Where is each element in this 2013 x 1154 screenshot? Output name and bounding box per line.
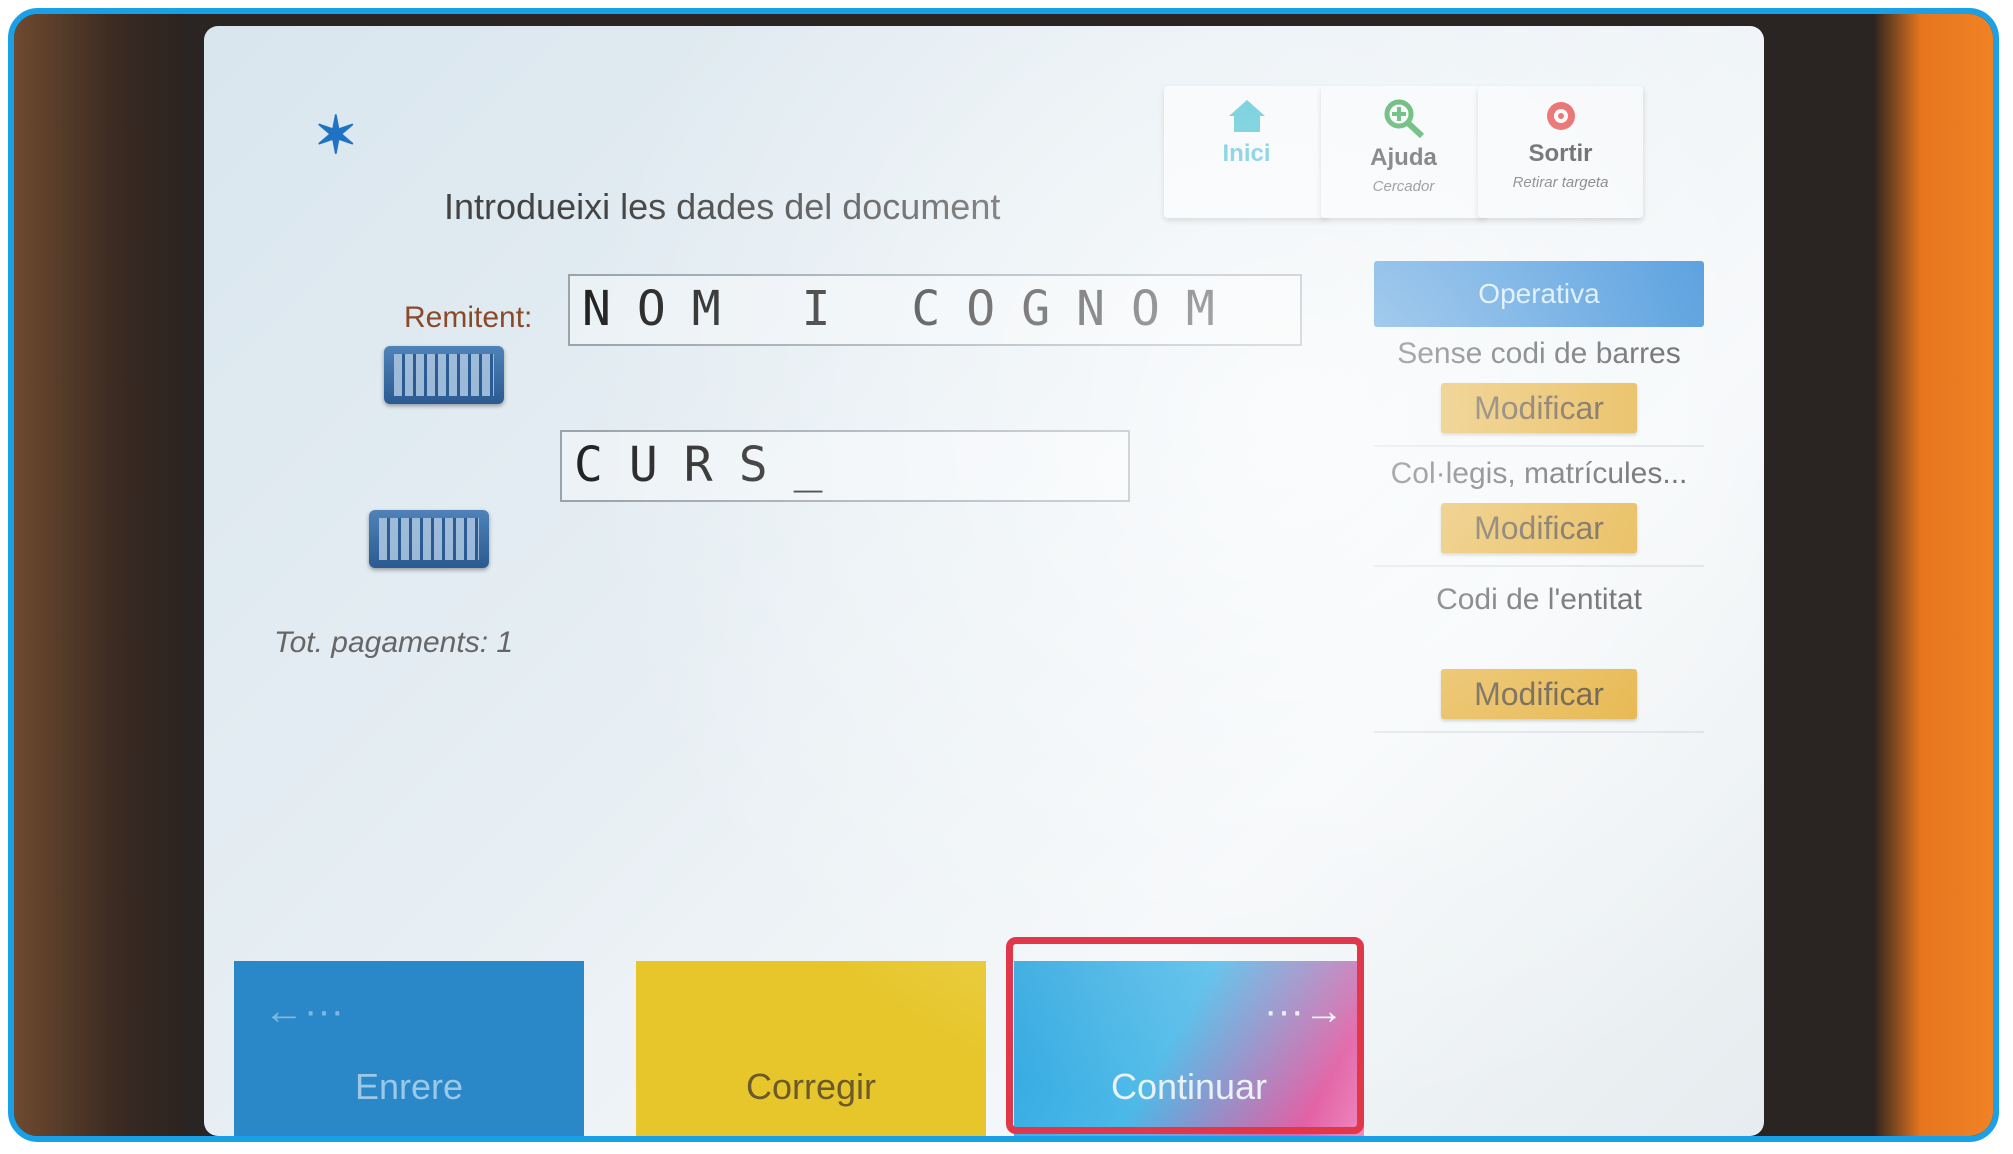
home-button[interactable]: Inici [1164, 86, 1329, 218]
correct-button[interactable]: Corregir [636, 961, 986, 1136]
exit-icon [1546, 102, 1575, 130]
exit-button-label: Sortir [1528, 140, 1593, 167]
total-payments: Tot. pagaments: 1 [274, 626, 514, 659]
correct-button-label: Corregir [745, 1066, 877, 1107]
search-zoom-icon [1384, 99, 1424, 138]
operations-panel: Operativa Sense codi de barres Modificar… [1374, 261, 1704, 821]
panel-item: Sense codi de barres Modificar [1374, 327, 1704, 447]
atm-bezel-right [1873, 14, 1993, 1136]
panel-item-label: Codi de l'entitat [1436, 583, 1642, 616]
photo-frame: ✶ Introdueixi les dades del document Ini… [8, 8, 1999, 1142]
sender-input[interactable]: NOM I COGNOM [568, 274, 1302, 346]
panel-header: Operativa [1374, 261, 1704, 327]
modify-button[interactable]: Modificar [1441, 669, 1637, 719]
page-title: Introdueixi les dades del document [444, 186, 1001, 227]
panel-item-label: Sense codi de barres [1397, 337, 1681, 370]
second-input[interactable]: CURS_ [560, 430, 1130, 502]
atm-screen: ✶ Introdueixi les dades del document Ini… [204, 26, 1764, 1136]
exit-button[interactable]: Sortir Retirar targeta [1478, 86, 1643, 218]
continue-highlight-box [1006, 937, 1364, 1134]
help-button-label: Ajuda [1370, 144, 1437, 171]
panel-item: Col·legis, matrícules... Modificar [1374, 447, 1704, 567]
help-button[interactable]: Ajuda Cercador [1321, 86, 1486, 218]
panel-item: Codi de l'entitat Modificar [1374, 567, 1704, 733]
keyboard-icon[interactable] [384, 346, 504, 404]
back-button-label: Enrere [354, 1066, 464, 1107]
bank-logo-icon: ✶ [314, 107, 358, 165]
exit-button-sub: Retirar targeta [1512, 174, 1609, 191]
modify-button[interactable]: Modificar [1441, 383, 1637, 433]
arrow-left-icon: ←··· [264, 989, 344, 1033]
help-button-sub: Cercador [1372, 178, 1435, 195]
modify-button[interactable]: Modificar [1441, 503, 1637, 553]
sender-label: Remitent: [404, 301, 533, 334]
atm-bezel-left [14, 14, 184, 1136]
keyboard-icon[interactable] [369, 510, 489, 568]
back-button[interactable]: ←··· Enrere [234, 961, 584, 1136]
home-button-label: Inici [1222, 140, 1271, 167]
home-icon [1228, 100, 1265, 132]
panel-item-label: Col·legis, matrícules... [1390, 457, 1688, 490]
